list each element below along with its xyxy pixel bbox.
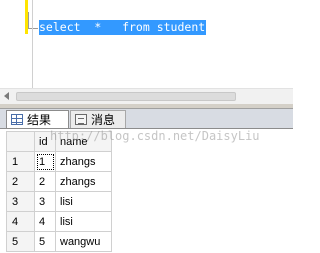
- table-row[interactable]: 3 3 lisi: [6, 191, 112, 212]
- tab-results-label: 结果: [27, 113, 52, 127]
- cell-name[interactable]: wangwu: [55, 231, 112, 252]
- horizontal-scrollbar[interactable]: [0, 88, 293, 104]
- cell-id[interactable]: 5: [34, 231, 56, 252]
- row-number[interactable]: 2: [6, 171, 35, 192]
- row-number[interactable]: 5: [6, 231, 35, 252]
- editor-gutter-line: [32, 0, 33, 88]
- cell-name[interactable]: lisi: [55, 211, 112, 232]
- results-pane: id name 1 1 zhangs 2 2 zhangs 3 3 lisi 4: [0, 129, 293, 253]
- column-header-name[interactable]: name: [55, 131, 112, 152]
- table-row[interactable]: 2 2 zhangs: [6, 171, 112, 192]
- tab-messages-label: 消息: [91, 113, 116, 127]
- messages-icon: [75, 114, 87, 125]
- cell-id[interactable]: 2: [34, 171, 56, 192]
- results-tab-strip: 结果 消息: [0, 109, 293, 129]
- results-grid-icon: [11, 114, 23, 125]
- grid-corner-cell[interactable]: [6, 131, 35, 152]
- cell-id[interactable]: 3: [34, 191, 56, 212]
- scrollbar-thumb[interactable]: [16, 92, 236, 101]
- table-row[interactable]: 4 4 lisi: [6, 211, 112, 232]
- query-editor[interactable]: select * from student: [0, 0, 293, 88]
- row-number[interactable]: 1: [6, 151, 35, 172]
- row-number[interactable]: 4: [6, 211, 35, 232]
- outline-marker: [28, 12, 38, 29]
- column-header-id[interactable]: id: [34, 131, 56, 152]
- grid-header-row: id name: [6, 131, 112, 152]
- cell-id[interactable]: 4: [34, 211, 56, 232]
- tab-messages[interactable]: 消息: [70, 110, 126, 128]
- cell-id[interactable]: 1: [34, 151, 56, 172]
- row-number[interactable]: 3: [6, 191, 35, 212]
- tab-results[interactable]: 结果: [6, 110, 69, 128]
- table-row[interactable]: 1 1 zhangs: [6, 151, 112, 172]
- selected-query-text[interactable]: select * from student: [39, 20, 207, 35]
- results-grid[interactable]: id name 1 1 zhangs 2 2 zhangs 3 3 lisi 4: [6, 131, 112, 252]
- table-row[interactable]: 5 5 wangwu: [6, 231, 112, 252]
- scroll-left-icon[interactable]: [4, 92, 9, 100]
- cell-name[interactable]: zhangs: [55, 151, 112, 172]
- cell-name[interactable]: zhangs: [55, 171, 112, 192]
- cell-name[interactable]: lisi: [55, 191, 112, 212]
